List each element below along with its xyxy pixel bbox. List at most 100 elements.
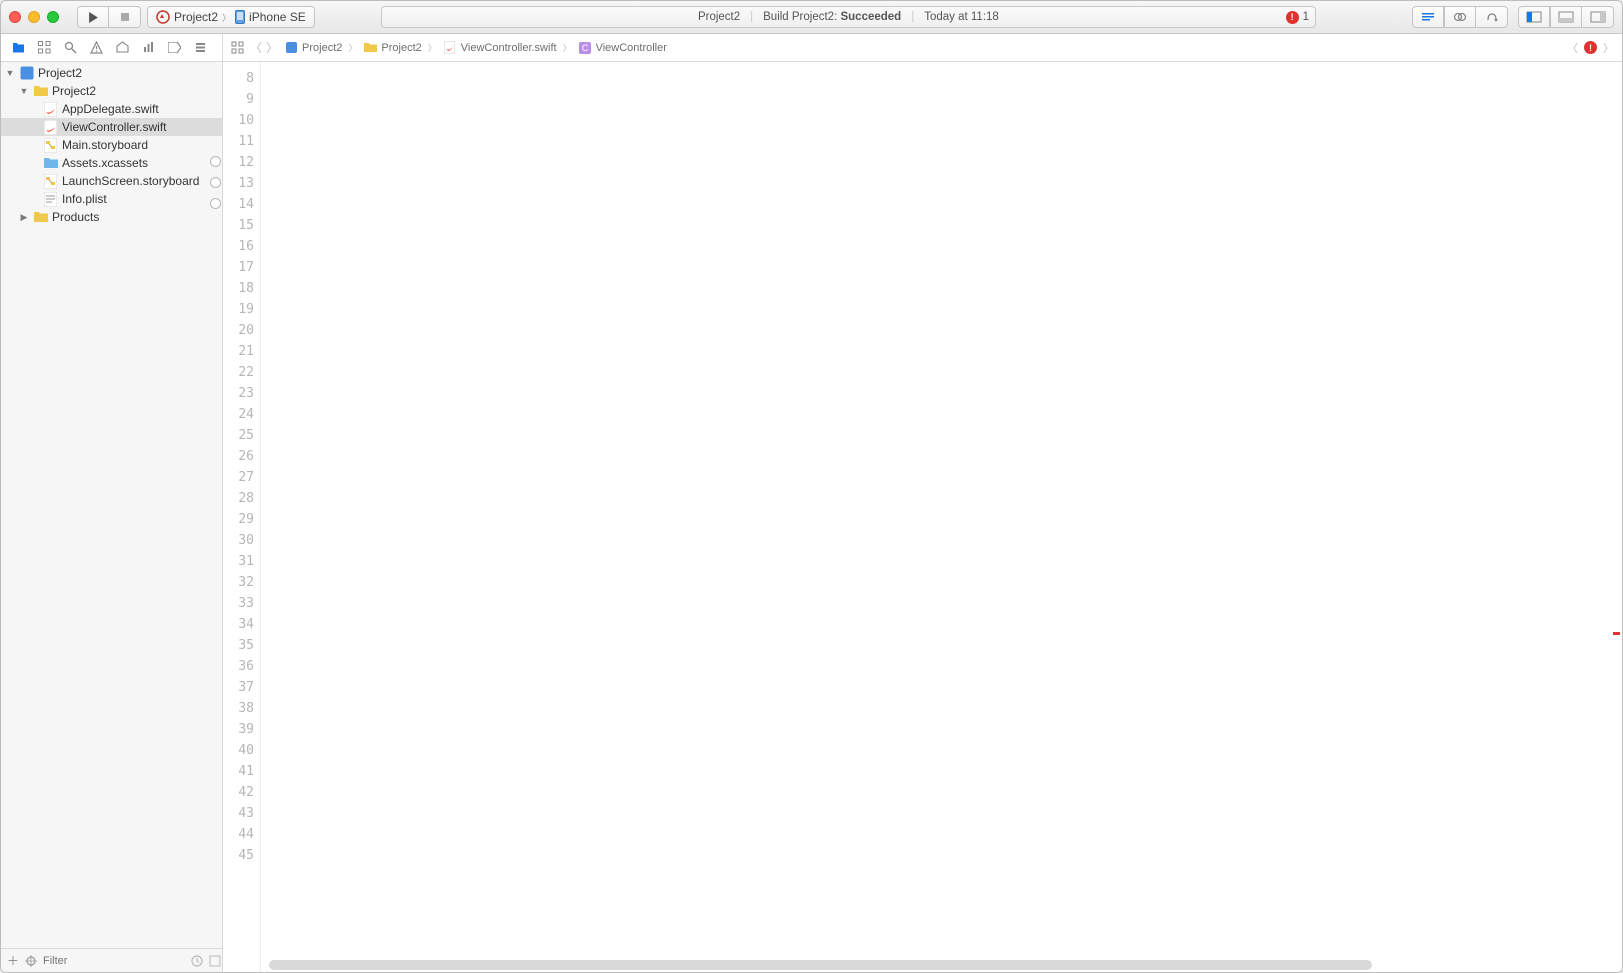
- jump-prev-issue-button[interactable]: 〈: [1567, 40, 1578, 56]
- tree-group-products[interactable]: ▶ Products: [1, 208, 222, 226]
- breakpoint-navigator-icon[interactable]: [165, 42, 183, 53]
- stop-button[interactable]: [109, 6, 141, 28]
- debug-navigator-icon[interactable]: [139, 41, 157, 54]
- source-control-navigator-icon[interactable]: [35, 41, 53, 54]
- scope-button[interactable]: [25, 955, 37, 967]
- jump-forward-button[interactable]: 〉: [266, 39, 278, 56]
- line-number[interactable]: 12: [223, 152, 254, 173]
- jump-bar-path[interactable]: Project2 〉 Project2 〉 ViewController.swi…: [284, 41, 667, 55]
- line-number[interactable]: 18: [223, 278, 254, 299]
- source-editor[interactable]: 8910111213141516171819202122232425262728…: [223, 62, 1622, 972]
- line-number[interactable]: 37: [223, 677, 254, 698]
- project-navigator-icon[interactable]: [9, 41, 27, 54]
- outlet-connection-icon[interactable]: [210, 177, 221, 188]
- disclosure-triangle-icon[interactable]: ▶: [19, 212, 29, 223]
- assistant-editor-button[interactable]: [1444, 6, 1476, 28]
- line-number[interactable]: 30: [223, 530, 254, 551]
- issue-navigator-icon[interactable]: [87, 41, 105, 54]
- activity-time: Today at 11:18: [924, 11, 999, 23]
- line-number[interactable]: 43: [223, 803, 254, 824]
- jump-back-button[interactable]: 〈: [250, 39, 262, 56]
- activity-viewer[interactable]: Project2 | Build Project2: Succeeded | T…: [381, 6, 1316, 28]
- line-number[interactable]: 15: [223, 215, 254, 236]
- line-number[interactable]: 10: [223, 110, 254, 131]
- line-number[interactable]: 16: [223, 236, 254, 257]
- tree-root[interactable]: ▼ Project2: [1, 64, 222, 82]
- line-number[interactable]: 44: [223, 824, 254, 845]
- outlet-connection-icon[interactable]: [210, 198, 221, 209]
- find-navigator-icon[interactable]: [61, 41, 79, 54]
- jump-next-issue-button[interactable]: 〉: [1603, 40, 1614, 56]
- line-number[interactable]: 34: [223, 614, 254, 635]
- test-navigator-icon[interactable]: [113, 41, 131, 54]
- scrollbar-thumb[interactable]: [269, 960, 1372, 970]
- line-number[interactable]: 8: [223, 68, 254, 89]
- error-icon[interactable]: !: [1584, 41, 1597, 54]
- tree-file[interactable]: Info.plist: [1, 190, 222, 208]
- line-number[interactable]: 32: [223, 572, 254, 593]
- related-items-icon[interactable]: [231, 41, 244, 54]
- line-number[interactable]: 27: [223, 467, 254, 488]
- tree-group[interactable]: ▼ Project2: [1, 82, 222, 100]
- line-number[interactable]: 14: [223, 194, 254, 215]
- line-number[interactable]: 21: [223, 341, 254, 362]
- line-number[interactable]: 23: [223, 383, 254, 404]
- tree-file[interactable]: Assets.xcassets: [1, 154, 222, 172]
- tree-file[interactable]: LaunchScreen.storyboard: [1, 172, 222, 190]
- filter-input[interactable]: [43, 955, 185, 967]
- line-number[interactable]: 41: [223, 761, 254, 782]
- toggle-navigator-button[interactable]: [1518, 6, 1550, 28]
- secondary-bar: 〈 〉 Project2 〉 Project2 〉 ViewController…: [1, 34, 1622, 62]
- line-number[interactable]: 26: [223, 446, 254, 467]
- tree-file[interactable]: ViewController.swift: [1, 118, 222, 136]
- line-number[interactable]: 20: [223, 320, 254, 341]
- xcode-window: Project2 〉 iPhone SE Project2 | Build Pr…: [0, 0, 1623, 973]
- line-number[interactable]: 45: [223, 845, 254, 866]
- file-tree[interactable]: ▼ Project2 ▼ Project2 AppDelegate.swiftV…: [1, 62, 222, 948]
- line-number[interactable]: 33: [223, 593, 254, 614]
- run-button[interactable]: [77, 6, 109, 28]
- line-number[interactable]: 22: [223, 362, 254, 383]
- line-number[interactable]: 11: [223, 131, 254, 152]
- line-number[interactable]: 42: [223, 782, 254, 803]
- activity-sep: |: [911, 11, 914, 23]
- line-number[interactable]: 25: [223, 425, 254, 446]
- line-number[interactable]: 29: [223, 509, 254, 530]
- line-number[interactable]: 35: [223, 635, 254, 656]
- activity-error-indicator[interactable]: ! 1: [1286, 11, 1309, 24]
- tree-file[interactable]: AppDelegate.swift: [1, 100, 222, 118]
- line-number[interactable]: 24: [223, 404, 254, 425]
- scm-filter-icon[interactable]: [209, 955, 221, 967]
- line-number[interactable]: 17: [223, 257, 254, 278]
- line-number[interactable]: 39: [223, 719, 254, 740]
- line-number[interactable]: 19: [223, 299, 254, 320]
- version-editor-button[interactable]: [1476, 6, 1508, 28]
- line-number[interactable]: 13: [223, 173, 254, 194]
- add-button[interactable]: ＋: [7, 952, 19, 969]
- code-area[interactable]: [261, 62, 1622, 972]
- line-number[interactable]: 31: [223, 551, 254, 572]
- disclosure-triangle-icon[interactable]: ▼: [5, 68, 15, 78]
- close-window-button[interactable]: [9, 11, 21, 23]
- gutter[interactable]: 8910111213141516171819202122232425262728…: [223, 62, 261, 972]
- folder-icon: [33, 210, 48, 225]
- line-number[interactable]: 40: [223, 740, 254, 761]
- minimap-error-marker[interactable]: [1613, 632, 1620, 635]
- line-number[interactable]: 9: [223, 89, 254, 110]
- navigator-filter-bar: ＋: [1, 948, 222, 972]
- horizontal-scrollbar[interactable]: [269, 960, 1614, 970]
- zoom-window-button[interactable]: [47, 11, 59, 23]
- scheme-selector[interactable]: Project2 〉 iPhone SE: [147, 6, 315, 28]
- toggle-debug-area-button[interactable]: [1550, 6, 1582, 28]
- recent-filter-icon[interactable]: [191, 955, 203, 967]
- outlet-connection-icon[interactable]: [210, 156, 221, 167]
- standard-editor-button[interactable]: [1412, 6, 1444, 28]
- toggle-utilities-button[interactable]: [1582, 6, 1614, 28]
- report-navigator-icon[interactable]: [191, 41, 209, 54]
- disclosure-triangle-icon[interactable]: ▼: [19, 86, 29, 96]
- line-number[interactable]: 28: [223, 488, 254, 509]
- minimize-window-button[interactable]: [28, 11, 40, 23]
- tree-file[interactable]: Main.storyboard: [1, 136, 222, 154]
- line-number[interactable]: 36: [223, 656, 254, 677]
- line-number[interactable]: 38: [223, 698, 254, 719]
